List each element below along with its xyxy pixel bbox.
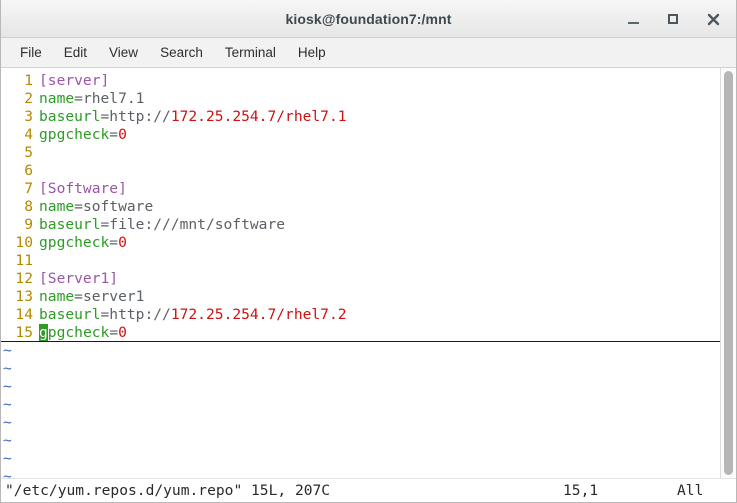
editor-line: 11 bbox=[1, 252, 720, 270]
menu-item-view[interactable]: View bbox=[98, 42, 149, 63]
status-cursor-position: 15,1 bbox=[563, 482, 599, 499]
menu-item-help[interactable]: Help bbox=[287, 42, 337, 63]
editor-line: 10 gpgcheck=0 bbox=[1, 234, 720, 252]
line-number: 4 bbox=[24, 126, 33, 143]
line-number: 11 bbox=[15, 252, 33, 269]
menu-bar: File Edit View Search Terminal Help bbox=[1, 38, 736, 68]
editor-line: 8 name=software bbox=[1, 198, 720, 216]
editor-line: 1 [server] bbox=[1, 72, 720, 90]
line-text-plain: =http:// bbox=[100, 108, 171, 125]
line-text-plain: = bbox=[109, 234, 119, 251]
line-text-key: name bbox=[39, 198, 75, 215]
empty-line-marker: ~ bbox=[1, 396, 720, 414]
empty-line-marker: ~ bbox=[1, 378, 720, 396]
line-text-plain: =rhel7.1 bbox=[74, 90, 145, 107]
window-controls bbox=[624, 0, 728, 38]
status-scroll-indicator: All bbox=[677, 482, 704, 499]
status-file-info: "/etc/yum.repos.d/yum.repo" 15L, 207C bbox=[5, 482, 331, 499]
line-number: 12 bbox=[15, 270, 33, 287]
line-number: 3 bbox=[24, 108, 33, 125]
empty-line-marker: ~ bbox=[1, 360, 720, 378]
editor-line: 4 gpgcheck=0 bbox=[1, 126, 720, 144]
line-number: 9 bbox=[24, 216, 33, 233]
editor-line: 15 gpgcheck=0 bbox=[1, 324, 720, 342]
line-number: 6 bbox=[24, 162, 33, 179]
line-number: 15 bbox=[15, 324, 33, 341]
line-text-key: name bbox=[39, 90, 75, 107]
minimize-icon bbox=[627, 22, 639, 24]
tilde-icon: ~ bbox=[3, 414, 12, 431]
line-text-plain: =software bbox=[74, 198, 154, 215]
vim-editor-area[interactable]: 1 [server] 2 name=rhel7.1 3 baseurl=http://17… bbox=[1, 68, 720, 478]
empty-line-marker: ~ bbox=[1, 468, 720, 478]
tilde-icon: ~ bbox=[3, 360, 12, 377]
editor-line: 2 name=rhel7.1 bbox=[1, 90, 720, 108]
editor-line: 5 bbox=[1, 144, 720, 162]
scrollbar-thumb[interactable] bbox=[724, 71, 733, 475]
vertical-scrollbar[interactable] bbox=[720, 68, 736, 478]
line-text-section: [server] bbox=[39, 72, 110, 89]
line-number: 8 bbox=[24, 198, 33, 215]
line-number: 7 bbox=[24, 180, 33, 197]
terminal-body: 1 [server] 2 name=rhel7.1 3 baseurl=http://17… bbox=[1, 68, 736, 478]
menu-item-edit[interactable]: Edit bbox=[53, 42, 98, 63]
line-text-key: gpgcheck bbox=[39, 234, 110, 251]
line-number: 14 bbox=[15, 306, 33, 323]
editor-line: 9 baseurl=file:///mnt/software bbox=[1, 216, 720, 234]
tilde-icon: ~ bbox=[3, 396, 12, 413]
line-number: 13 bbox=[15, 288, 33, 305]
line-number: 2 bbox=[24, 90, 33, 107]
line-text-key: name bbox=[39, 288, 75, 305]
maximize-button[interactable] bbox=[664, 10, 682, 28]
editor-line: 12 [Server1] bbox=[1, 270, 720, 288]
line-text-plain: = bbox=[109, 324, 119, 341]
tilde-icon: ~ bbox=[3, 378, 12, 395]
line-text-key: pgcheck bbox=[47, 324, 110, 341]
line-text-plain: =http:// bbox=[100, 306, 171, 323]
empty-line-marker: ~ bbox=[1, 432, 720, 450]
line-text-plain: =server1 bbox=[74, 288, 145, 305]
line-text-section: [Server1] bbox=[39, 270, 119, 287]
maximize-icon bbox=[668, 14, 678, 24]
line-text-key: baseurl bbox=[39, 216, 101, 233]
menu-item-file[interactable]: File bbox=[9, 42, 53, 63]
menu-item-search[interactable]: Search bbox=[149, 42, 214, 63]
close-icon bbox=[707, 13, 719, 25]
line-text-num: 0 bbox=[118, 126, 127, 143]
line-number: 10 bbox=[15, 234, 33, 251]
minimize-button[interactable] bbox=[624, 10, 642, 28]
line-text-key: baseurl bbox=[39, 108, 101, 125]
line-text-num: 0 bbox=[118, 324, 127, 341]
empty-line-marker: ~ bbox=[1, 450, 720, 468]
tilde-icon: ~ bbox=[3, 450, 12, 467]
editor-line: 3 baseurl=http://172.25.254.7/rhel7.1 bbox=[1, 108, 720, 126]
menu-item-terminal[interactable]: Terminal bbox=[214, 42, 287, 63]
empty-line-marker: ~ bbox=[1, 414, 720, 432]
line-text-plain: = bbox=[109, 126, 119, 143]
terminal-window: kiosk@foundation7:/mnt File Edit View Se… bbox=[0, 0, 737, 503]
line-text-url: 172.25.254.7/rhel7.1 bbox=[170, 108, 347, 125]
line-text-section: [Software] bbox=[39, 180, 127, 197]
editor-line: 6 bbox=[1, 162, 720, 180]
title-bar: kiosk@foundation7:/mnt bbox=[1, 0, 736, 38]
line-number: 5 bbox=[24, 144, 33, 161]
editor-line: 13 name=server1 bbox=[1, 288, 720, 306]
tilde-icon: ~ bbox=[3, 468, 12, 478]
line-text-num: 0 bbox=[118, 234, 127, 251]
tilde-icon: ~ bbox=[3, 342, 12, 359]
vim-status-line: "/etc/yum.repos.d/yum.repo" 15L, 207C 15… bbox=[1, 478, 736, 502]
line-text-key: gpgcheck bbox=[39, 126, 110, 143]
line-text-key: baseurl bbox=[39, 306, 101, 323]
empty-line-marker: ~ bbox=[1, 342, 720, 360]
close-button[interactable] bbox=[704, 10, 722, 28]
line-number: 1 bbox=[24, 72, 33, 89]
line-text-url: 172.25.254.7/rhel7.2 bbox=[170, 306, 347, 323]
editor-line: 7 [Software] bbox=[1, 180, 720, 198]
text-cursor: g bbox=[39, 324, 48, 341]
tilde-icon: ~ bbox=[3, 432, 12, 449]
line-text-plain: =file:///mnt/software bbox=[100, 216, 286, 233]
editor-line: 14 baseurl=http://172.25.254.7/rhel7.2 bbox=[1, 306, 720, 324]
